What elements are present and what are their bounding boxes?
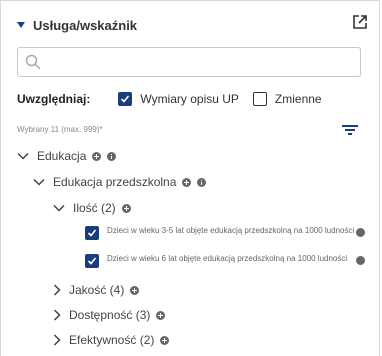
chevron-down-icon[interactable] <box>53 204 65 212</box>
tree-item-dostepnosc[interactable]: Dostępność (3) <box>53 306 166 324</box>
variables-label: Zmienne <box>274 92 322 106</box>
leaf-dot-icon[interactable] <box>356 256 365 265</box>
search-icon <box>25 54 41 75</box>
tree-item-jakosc[interactable]: Jakość (4) <box>53 281 140 299</box>
selected-count: Wybrany 11 (max. 999)* <box>17 125 103 134</box>
chevron-right-icon[interactable] <box>53 284 61 296</box>
chevron-right-icon[interactable] <box>53 334 61 346</box>
leaf-checkbox[interactable] <box>85 254 99 268</box>
panel-title: Usługa/wskaźnik <box>33 17 138 33</box>
chevron-down-icon[interactable] <box>33 178 45 186</box>
tree-leaf[interactable]: Dzieci w wieku 6 lat objęte edukacją prz… <box>85 253 365 268</box>
add-icon[interactable] <box>130 285 140 295</box>
dimensions-label: Wymiary opisu UP <box>140 92 239 106</box>
panel-header: Usługa/wskaźnik <box>13 13 367 37</box>
add-icon[interactable] <box>92 151 102 161</box>
add-icon[interactable] <box>121 203 131 213</box>
add-icon[interactable] <box>182 177 192 187</box>
option-variables[interactable]: Zmienne <box>252 92 322 106</box>
collapse-triangle-icon[interactable] <box>17 22 25 28</box>
option-dimensions[interactable]: Wymiary opisu UP <box>118 92 239 106</box>
search-box[interactable] <box>17 47 361 77</box>
tree-label: Efektywność (2) <box>69 333 155 347</box>
tree-item-edukacja[interactable]: Edukacja <box>17 147 117 165</box>
leaf-label: Dzieci w wieku 6 lat objęte edukacją prz… <box>107 254 348 263</box>
leaf-dot-icon[interactable] <box>356 228 365 237</box>
search-input[interactable] <box>48 53 352 73</box>
include-label: Uwzględniaj: <box>17 92 91 106</box>
dimensions-checkbox[interactable] <box>118 92 133 106</box>
tree-item-efektywnosc[interactable]: Efektywność (2) <box>53 331 170 349</box>
chevron-right-icon[interactable] <box>53 309 61 321</box>
variables-checkbox[interactable] <box>252 92 267 106</box>
tree-label: Edukacja <box>37 149 87 163</box>
external-link-icon[interactable] <box>353 15 367 34</box>
tree-label: Ilość (2) <box>73 201 116 215</box>
add-icon[interactable] <box>156 310 166 320</box>
info-icon[interactable] <box>197 177 207 187</box>
leaf-label: Dzieci w wieku 3-5 lat objęte edukacją p… <box>107 226 355 235</box>
chevron-down-icon[interactable] <box>17 152 29 160</box>
add-icon[interactable] <box>160 335 170 345</box>
leaf-checkbox[interactable] <box>85 226 99 240</box>
tree-item-edukacja-przedszkolna[interactable]: Edukacja przedszkolna <box>33 173 207 191</box>
include-row: Uwzględniaj: Wymiary opisu UP Zmienne <box>17 89 336 109</box>
indicator-panel: Usługa/wskaźnik Uwzględniaj: Wymiary opi… <box>0 0 380 356</box>
tree-label: Jakość (4) <box>69 283 125 297</box>
tree-label: Edukacja przedszkolna <box>53 175 177 189</box>
tree-label: Dostępność (3) <box>69 308 151 322</box>
info-icon[interactable] <box>107 151 117 161</box>
tree-leaf[interactable]: Dzieci w wieku 3-5 lat objęte edukacją p… <box>85 225 365 240</box>
tree-item-ilosc[interactable]: Ilość (2) <box>53 199 131 217</box>
filter-icon[interactable] <box>341 123 359 142</box>
